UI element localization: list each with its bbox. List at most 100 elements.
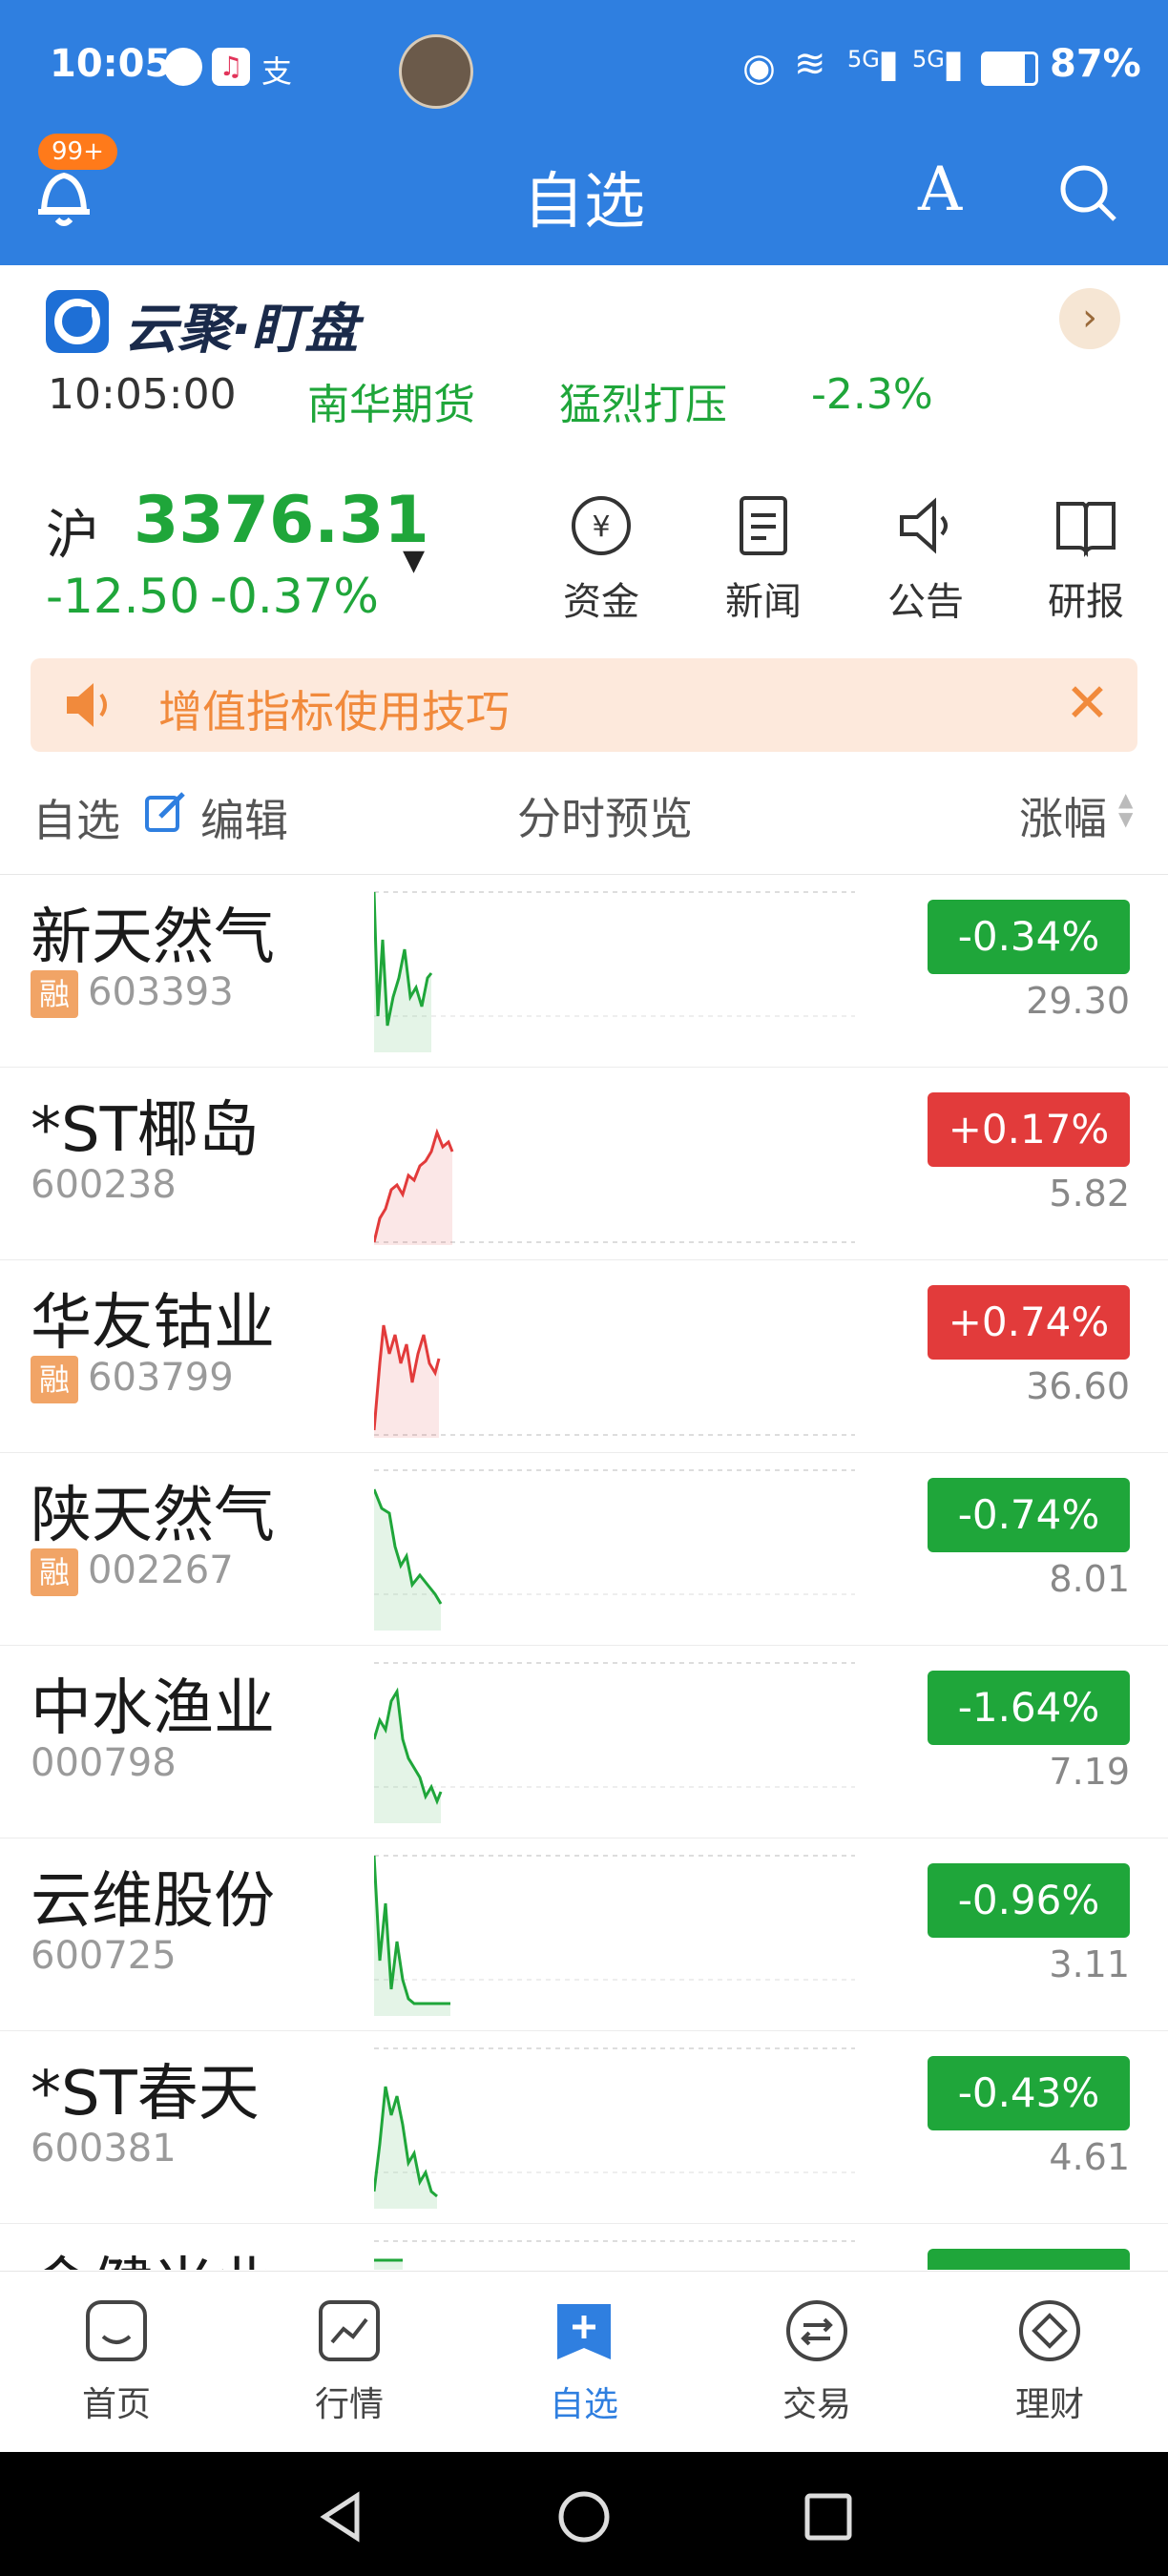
intraday-sparkline <box>374 891 855 1052</box>
search-icon[interactable] <box>1057 162 1118 223</box>
table-row[interactable]: 新天然气融 603393 -0.34% 29.30 <box>0 875 1168 1068</box>
network-label: 5G <box>847 46 880 73</box>
banner-company: 南华期货 <box>307 381 475 429</box>
speaker-icon <box>900 497 948 554</box>
table-row[interactable]: 陕天然气融 002267 -0.74% 8.01 <box>0 1453 1168 1646</box>
book-icon <box>1056 502 1116 557</box>
edit-button[interactable]: 编辑 <box>200 786 288 849</box>
change-badge[interactable]: +0.74% <box>928 1285 1130 1360</box>
stock-code: 600725 <box>31 1934 177 1978</box>
finance-icon <box>1019 2300 1080 2361</box>
table-row[interactable]: 云维股份 600725 -0.96% 3.11 <box>0 1839 1168 2031</box>
app-notification-icon <box>164 48 202 86</box>
battery-icon <box>981 52 1038 86</box>
recents-icon[interactable] <box>802 2490 855 2544</box>
sparkline-area <box>374 1325 439 1438</box>
change-badge[interactable]: +0.17% <box>928 1092 1130 1167</box>
action-label: 研报 <box>1048 580 1124 624</box>
stock-price: 5.82 <box>1049 1173 1130 1215</box>
yen-circle-icon: ¥ <box>572 496 631 555</box>
change-badge[interactable]: -0.74% <box>928 1478 1130 1552</box>
watchlist-icon <box>557 2304 611 2359</box>
font-size-icon[interactable]: A <box>918 155 962 225</box>
nav-label: 首页 <box>81 2385 151 2424</box>
stock-code: 600238 <box>31 1163 177 1207</box>
table-row[interactable]: 金健米业 <box>0 2224 1168 2270</box>
table-row[interactable]: *ST椰岛 600238 +0.17% 5.82 <box>0 1068 1168 1260</box>
intraday-sparkline <box>374 1128 855 1245</box>
table-row[interactable]: 中水渔业 000798 -1.64% 7.19 <box>0 1646 1168 1839</box>
table-row[interactable]: *ST春天 600381 -0.43% 4.61 <box>0 2031 1168 2224</box>
sort-arrows-icon[interactable]: ▲ ▼ <box>1118 790 1133 828</box>
stock-price: 29.30 <box>1026 980 1130 1022</box>
stock-name: *ST春天 <box>31 2059 260 2129</box>
table-row[interactable]: 华友钴业融 603799 +0.74% 36.60 <box>0 1260 1168 1453</box>
chevron-right-icon[interactable]: › <box>1059 288 1120 349</box>
edit-icon[interactable] <box>143 790 187 834</box>
bottom-nav: 首页 行情 自选 交易 理财 <box>0 2271 1168 2453</box>
page-title: 自选 <box>523 167 645 238</box>
nav-item-watchlist[interactable]: 自选 <box>508 2298 660 2426</box>
stock-code-group: 600725 <box>31 1934 177 1978</box>
network-label-2: 5G <box>912 46 945 73</box>
stock-name: *ST椰岛 <box>31 1095 260 1166</box>
banner-status: 猛烈打压 <box>559 381 727 429</box>
stock-code-group: 融 603799 <box>31 1356 234 1403</box>
nav-item-trade[interactable]: 交易 <box>740 2298 893 2426</box>
change-badge[interactable]: -0.34% <box>928 900 1130 974</box>
stock-code-group: 融 002267 <box>31 1548 234 1596</box>
close-icon[interactable]: ✕ <box>1065 677 1110 731</box>
intraday-sparkline <box>374 1469 855 1631</box>
nav-item-market[interactable]: 行情 <box>273 2298 426 2426</box>
stock-code-group: 000798 <box>31 1741 177 1785</box>
index-summary[interactable]: 沪 3376.31 -12.50 -0.37% ▼ ¥ 资金 新闻 公告 研报 <box>0 456 1168 656</box>
change-badge[interactable]: -0.96% <box>928 1863 1130 1938</box>
sparkline-area <box>374 1856 450 2016</box>
banner-change: -2.3% <box>811 370 933 419</box>
column-watchlist: 自选 <box>32 795 120 846</box>
stock-code-group: 600381 <box>31 2127 177 2171</box>
list-header: 自选 编辑 分时预览 涨幅 ▲ ▼ <box>0 761 1168 875</box>
change-badge[interactable]: -0.43% <box>928 2056 1130 2130</box>
sparkline-area <box>374 1132 452 1245</box>
nav-item-home[interactable]: 首页 <box>40 2298 193 2426</box>
status-bar: 10:05 ♫ 支 ◉ ≋ 5G ▮ 5G ▮ 87% <box>0 0 1168 134</box>
stock-price: 36.60 <box>1026 1365 1130 1407</box>
exchange-icon <box>786 2300 847 2361</box>
svg-text:¥: ¥ <box>592 510 610 544</box>
column-timeshare-preview: 分时预览 <box>517 793 693 844</box>
margin-badge: 融 <box>31 1356 78 1403</box>
stock-code: 600381 <box>31 2127 177 2171</box>
monitor-banner[interactable]: 云聚·盯盘 › 10:05:00 南华期货 猛烈打压 -2.3% <box>0 265 1168 456</box>
home-circle-icon[interactable] <box>557 2490 611 2544</box>
action-news[interactable]: 新闻 <box>697 494 830 626</box>
tip-bar[interactable]: 增值指标使用技巧 ✕ <box>31 658 1137 752</box>
action-research[interactable]: 研报 <box>1019 494 1153 626</box>
action-label: 公告 <box>887 580 964 624</box>
stock-price: 3.11 <box>1049 1943 1130 1985</box>
intraday-sparkline <box>374 2047 855 2209</box>
stock-name: 新天然气 <box>31 903 275 973</box>
action-funds[interactable]: ¥ 资金 <box>534 494 668 626</box>
avatar[interactable] <box>399 34 473 109</box>
music-app-icon: ♫ <box>212 48 250 86</box>
stock-name: 中水渔业 <box>31 1673 275 1744</box>
system-nav-bar <box>0 2452 1168 2576</box>
change-badge[interactable]: -1.64% <box>928 1671 1130 1745</box>
alipay-icon: 支 <box>261 53 293 90</box>
nav-label: 行情 <box>314 2385 384 2424</box>
banner-brand: 云聚·盯盘 <box>124 299 359 361</box>
battery-level: 87% <box>1050 42 1141 86</box>
nav-item-finance[interactable]: 理财 <box>973 2298 1126 2426</box>
change-badge[interactable] <box>928 2249 1130 2270</box>
tip-text: 增值指标使用技巧 <box>158 686 510 737</box>
action-announcement[interactable]: 公告 <box>859 494 992 626</box>
watchlist: 新天然气融 603393 -0.34% 29.30 *ST椰岛 600238 +0.17% 5… <box>0 875 1168 2270</box>
dropdown-arrow-icon[interactable]: ▼ <box>403 544 425 577</box>
column-change-sort[interactable]: 涨幅 <box>1019 784 1107 847</box>
intraday-sparkline <box>374 1855 855 2016</box>
stock-code: 002267 <box>88 1548 234 1592</box>
back-icon[interactable] <box>315 2490 368 2544</box>
intraday-sparkline <box>374 2240 855 2270</box>
margin-badge: 融 <box>31 970 78 1018</box>
